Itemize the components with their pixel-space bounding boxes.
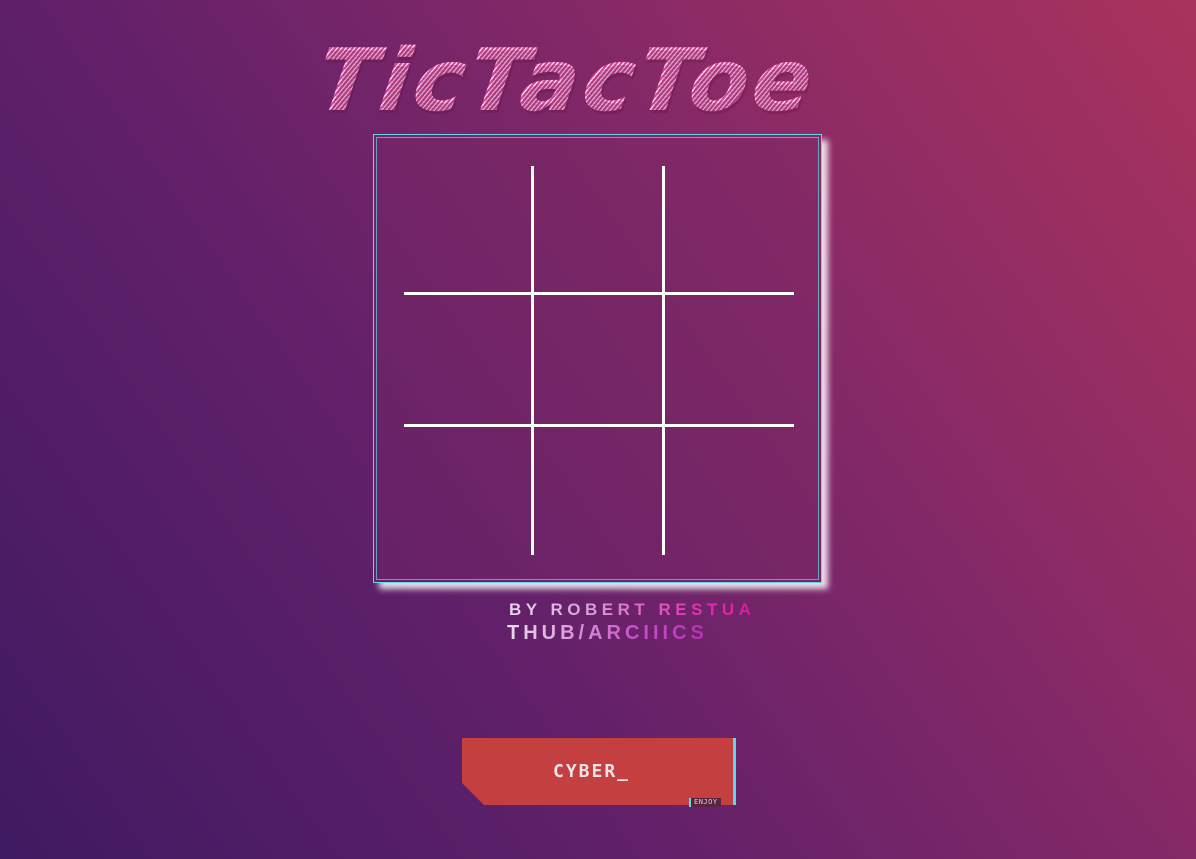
- cyber-button-body: CYBER_: [462, 738, 733, 805]
- author-credit: BY ROBERT RESTUA: [509, 600, 756, 619]
- grid-line-horizontal-2: [404, 424, 794, 427]
- cyber-button-label: CYBER_: [552, 761, 631, 782]
- game-title: TicTacToe: [311, 31, 884, 131]
- board-cell-9[interactable]: [663, 426, 794, 555]
- grid-line-horizontal-1: [404, 292, 794, 295]
- board-cell-2[interactable]: [532, 166, 663, 294]
- board-cell-7[interactable]: [404, 426, 532, 555]
- board-cell-4[interactable]: [404, 294, 532, 426]
- board-cell-5[interactable]: [532, 294, 663, 426]
- grid-line-vertical-2: [662, 166, 665, 555]
- github-link[interactable]: THUB/ARCIIICS: [507, 622, 708, 645]
- board-cell-8[interactable]: [532, 426, 663, 555]
- cyber-button-tag: ENJOY: [689, 798, 721, 807]
- grid-line-vertical-1: [531, 166, 534, 555]
- board-cell-1[interactable]: [404, 166, 532, 294]
- board-cell-3[interactable]: [663, 166, 794, 294]
- cyber-button[interactable]: CYBER_ ENJOY: [462, 738, 736, 807]
- game-board: [404, 166, 794, 555]
- board-cell-6[interactable]: [663, 294, 794, 426]
- cyber-button-accent-edge: [733, 738, 736, 805]
